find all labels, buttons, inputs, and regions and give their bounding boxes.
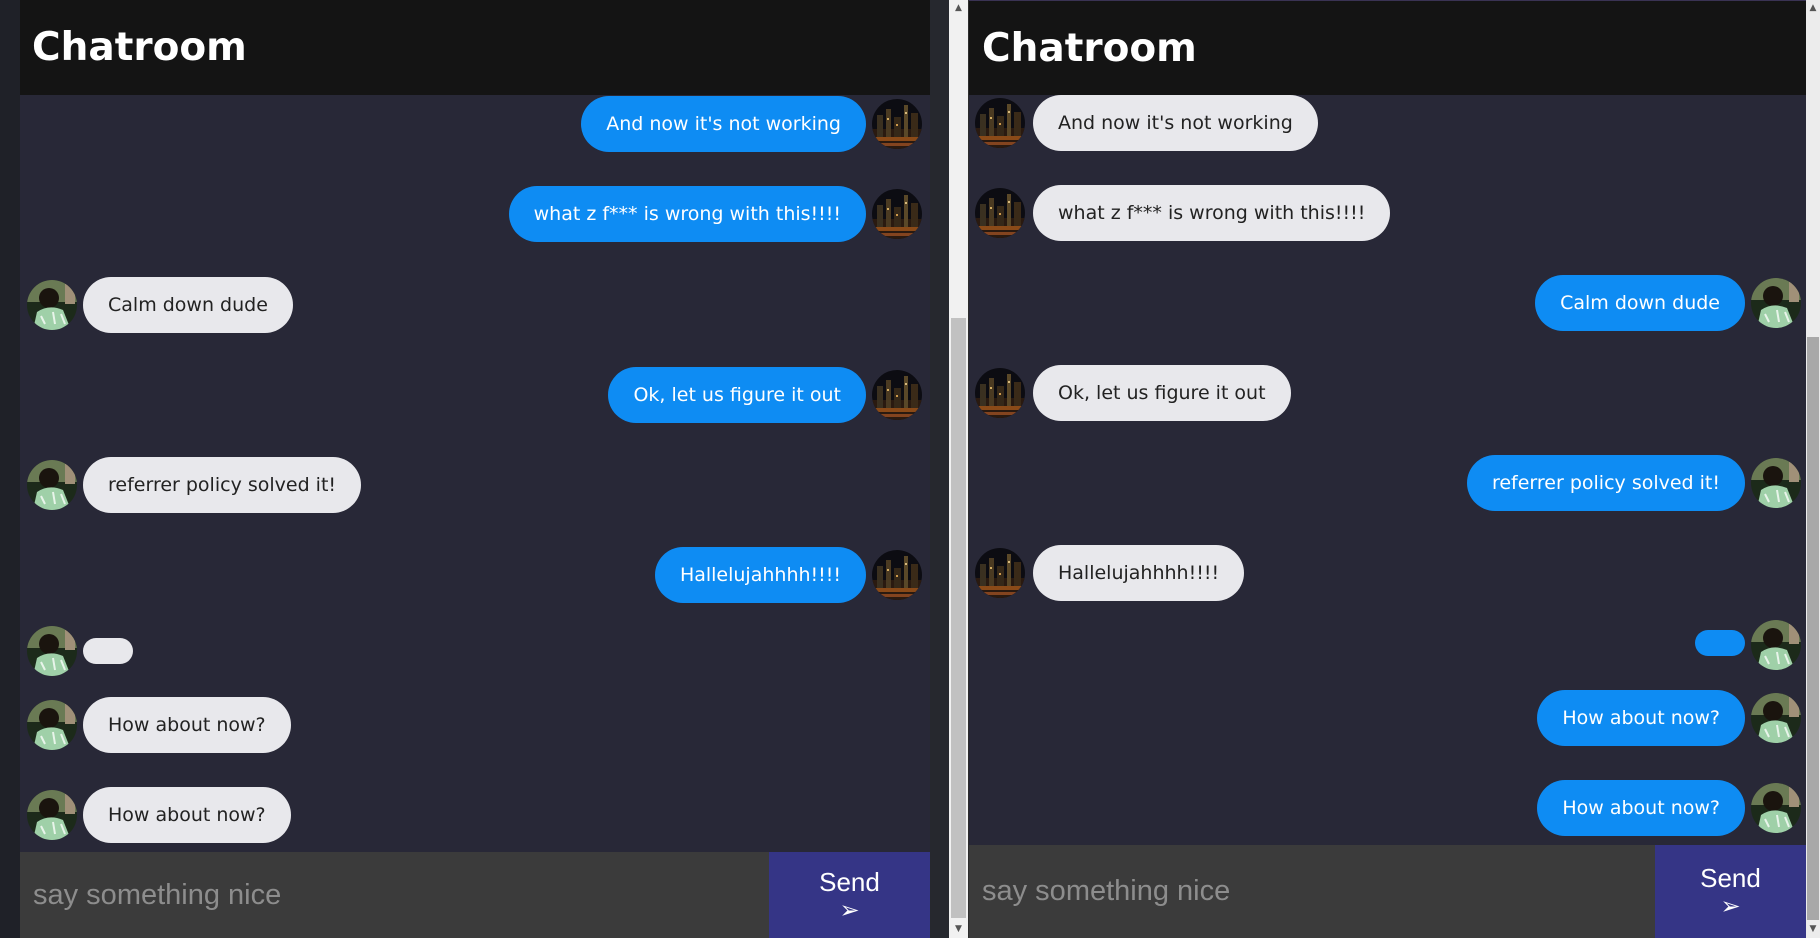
scrollbar-left[interactable]: ▲ ▼ (949, 0, 968, 938)
person-avatar (1751, 458, 1801, 508)
page-title: Chatroom (969, 1, 1806, 95)
message-list[interactable]: And now it's not working what z f*** is … (20, 95, 930, 938)
send-button-label: Send (1700, 863, 1761, 893)
scroll-down-arrow-icon[interactable]: ▼ (1806, 921, 1820, 938)
message-row: referrer policy solved it! (969, 455, 1806, 511)
scrollbar-thumb[interactable] (1807, 337, 1819, 920)
message-input[interactable] (969, 845, 1655, 938)
send-button[interactable]: Send ➢ (1655, 845, 1806, 938)
chat-window-left: Chatroom And now it's not working what z… (20, 0, 930, 938)
person-avatar (1751, 278, 1801, 328)
message-composer: Send ➢ (969, 845, 1806, 938)
message-row: Calm down dude (969, 275, 1806, 331)
message-bubble: Hallelujahhhh!!!! (1033, 545, 1245, 601)
message-bubble: what z f*** is wrong with this!!!! (1033, 185, 1391, 241)
person-avatar (27, 280, 77, 330)
city-night-avatar (975, 548, 1025, 598)
send-button-label: Send (819, 866, 880, 897)
message-row: what z f*** is wrong with this!!!! (20, 186, 930, 242)
city-night-avatar (872, 99, 922, 149)
send-icon: ➢ (1720, 893, 1741, 920)
message-row: How about now? (20, 697, 930, 753)
message-bubble: And now it's not working (581, 96, 866, 152)
message-bubble: Hallelujahhhh!!!! (654, 547, 866, 603)
city-night-avatar (872, 189, 922, 239)
send-icon: ➢ (839, 896, 860, 924)
scrollbar-right[interactable]: ▲ ▼ (1806, 0, 1820, 938)
city-night-avatar (872, 370, 922, 420)
message-row: what z f*** is wrong with this!!!! (969, 185, 1806, 241)
message-row: How about now? (969, 780, 1806, 836)
person-avatar (1751, 693, 1801, 743)
message-row: Hallelujahhhh!!!! (969, 545, 1806, 601)
message-list[interactable]: And now it's not working what z f*** is … (969, 95, 1806, 938)
message-bubble: Ok, let us figure it out (1033, 365, 1291, 421)
message-row (20, 623, 930, 679)
person-avatar (1751, 620, 1801, 670)
message-row: Ok, let us figure it out (969, 365, 1806, 421)
page-title: Chatroom (20, 0, 930, 95)
message-row: Hallelujahhhh!!!! (20, 547, 930, 603)
city-night-avatar (975, 188, 1025, 238)
scrollbar-thumb[interactable] (951, 318, 966, 918)
city-night-avatar (975, 98, 1025, 148)
scroll-up-arrow-icon[interactable]: ▲ (949, 0, 968, 17)
message-row: Ok, let us figure it out (20, 367, 930, 423)
message-bubble: How about now? (1537, 780, 1745, 836)
message-bubble-empty (83, 638, 133, 664)
scroll-down-arrow-icon[interactable]: ▼ (949, 921, 968, 938)
message-bubble: referrer policy solved it! (83, 457, 362, 513)
message-bubble: Calm down dude (83, 277, 293, 333)
person-avatar (27, 790, 77, 840)
message-bubble: And now it's not working (1033, 95, 1318, 151)
window-divider (930, 0, 949, 938)
person-avatar (27, 700, 77, 750)
chat-window-right: Chatroom And now it's not working what z… (969, 0, 1806, 938)
message-row: And now it's not working (20, 96, 930, 152)
message-row (969, 617, 1806, 673)
message-bubble: Ok, let us figure it out (608, 367, 866, 423)
person-avatar (1751, 783, 1801, 833)
message-row: How about now? (20, 787, 930, 843)
message-bubble: How about now? (83, 787, 291, 843)
message-bubble-empty (1695, 630, 1745, 656)
person-avatar (27, 626, 77, 676)
message-row: referrer policy solved it! (20, 457, 930, 513)
message-row: Calm down dude (20, 277, 930, 333)
person-avatar (27, 460, 77, 510)
send-button[interactable]: Send ➢ (769, 852, 930, 938)
city-night-avatar (872, 550, 922, 600)
message-bubble: How about now? (1537, 690, 1745, 746)
message-bubble: How about now? (83, 697, 291, 753)
message-row: How about now? (969, 690, 1806, 746)
message-bubble: Calm down dude (1535, 275, 1745, 331)
message-composer: Send ➢ (20, 852, 930, 938)
message-row: And now it's not working (969, 95, 1806, 151)
city-night-avatar (975, 368, 1025, 418)
message-bubble: what z f*** is wrong with this!!!! (508, 186, 866, 242)
message-input[interactable] (20, 852, 769, 938)
message-bubble: referrer policy solved it! (1466, 455, 1745, 511)
scroll-up-arrow-icon[interactable]: ▲ (1806, 0, 1820, 17)
